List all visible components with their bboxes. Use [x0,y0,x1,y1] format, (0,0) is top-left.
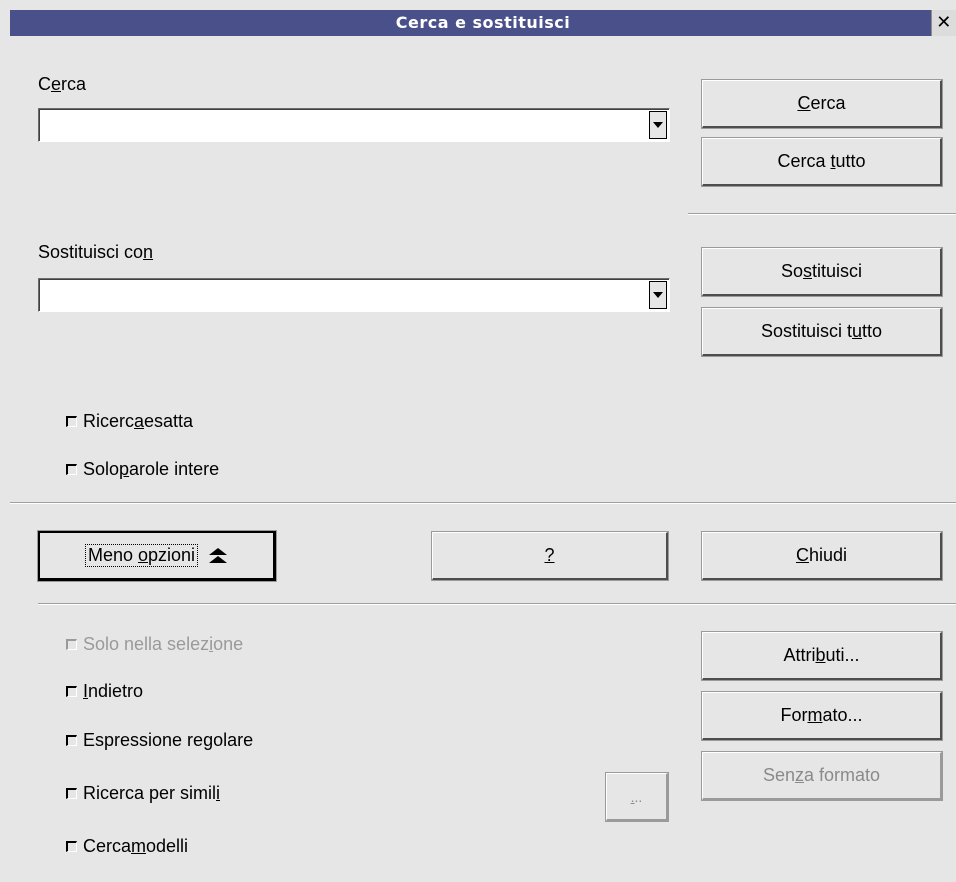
separator [38,603,956,605]
cerca-modelli-checkbox[interactable]: Cerca m odelli [66,836,188,857]
checkbox-box [66,639,77,650]
checkbox-box[interactable] [66,841,77,852]
sostituisci-button[interactable]: Sostituisci [701,247,943,297]
checkbox-box[interactable] [66,416,77,427]
separator [10,502,956,504]
title-bar: Cerca e sostituisci ✕ [10,10,956,36]
meno-opzioni-button[interactable]: Meno opzioni [37,530,277,582]
find-replace-dialog: Cerca Cerca Cerca tutto Sostituisci con … [10,36,956,882]
cerca-tutto-button[interactable]: Cerca tutto [701,137,943,187]
sostituisci-tutto-button[interactable]: Sostituisci tutto [701,307,943,357]
similarity-settings-button: ... [605,772,669,822]
replace-label: Sostituisci con [38,242,154,262]
indietro-checkbox[interactable]: Indietro [66,681,143,702]
attributi-button[interactable]: Attributi... [701,631,943,681]
separator [688,213,956,215]
search-label: Cerca [38,74,87,94]
window-title: Cerca e sostituisci [395,13,571,32]
close-icon[interactable]: ✕ [931,10,956,36]
solo-selezione-checkbox: Solo nella selez i one [66,634,243,655]
double-chevron-up-icon [209,547,228,563]
checkbox-box[interactable] [66,464,77,475]
ricerca-simili-checkbox[interactable]: Ricerca per simil i [66,783,220,804]
replace-combobox[interactable] [38,278,670,312]
checkbox-box[interactable] [66,686,77,697]
search-combobox[interactable] [38,108,670,142]
senza-formato-button: Senza formato [701,751,943,801]
checkbox-box[interactable] [66,735,77,746]
replace-dropdown-icon[interactable] [649,281,667,309]
cerca-button[interactable]: Cerca [701,79,943,129]
chiudi-button[interactable]: Chiudi [701,531,943,581]
checkbox-box[interactable] [66,788,77,799]
solo-parole-intere-checkbox[interactable]: Solo p arole intere [66,459,219,480]
espressione-regolare-checkbox[interactable]: Espressione re g olare [66,730,253,751]
ricerca-esatta-checkbox[interactable]: Ricerc a esatta [66,411,193,432]
help-button[interactable]: ? [431,531,669,581]
search-dropdown-icon[interactable] [649,111,667,139]
formato-button[interactable]: Formato... [701,691,943,741]
